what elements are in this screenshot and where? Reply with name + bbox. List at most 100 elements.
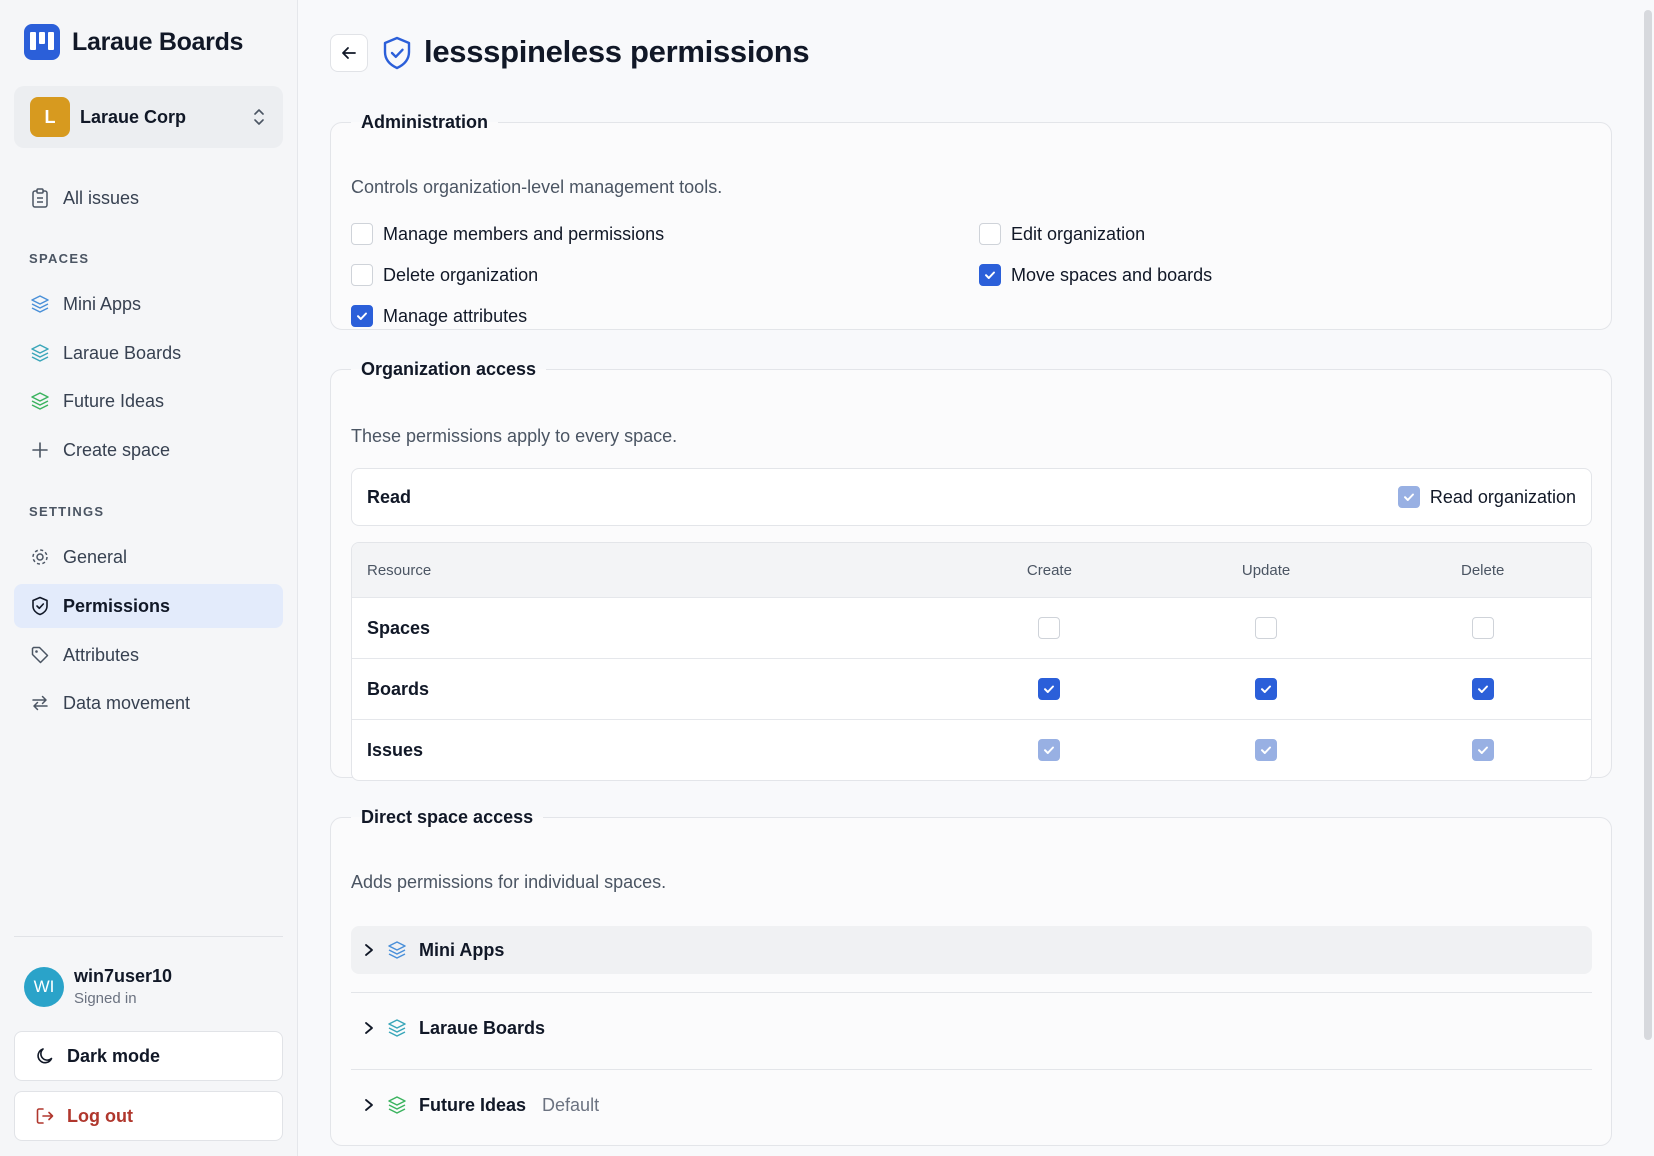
back-button[interactable] — [330, 34, 368, 72]
perm-label: Manage members and permissions — [383, 223, 665, 244]
organization-access-legend: Organization access — [361, 359, 537, 379]
arrow-left-icon — [342, 47, 356, 59]
checkbox-checked[interactable] — [1471, 678, 1494, 700]
resource-name: Issues — [367, 739, 424, 760]
org-avatar: L — [30, 97, 70, 137]
checkbox[interactable] — [979, 223, 1001, 245]
perm-edit-organization[interactable]: Edit organization — [979, 223, 1145, 245]
create-space-button[interactable]: Create space — [14, 428, 283, 472]
read-label: Read — [367, 486, 412, 507]
organization-access-section: Organization access These permissions ap… — [330, 359, 1612, 781]
sidebar-item-label: Data movement — [63, 692, 191, 713]
page-title: lessspineless permissions — [424, 34, 810, 69]
checkbox-checked[interactable] — [1255, 678, 1278, 700]
nav-all-issues-label: All issues — [63, 187, 140, 208]
table-header: Resource Create Update Delete — [352, 543, 1591, 597]
space-row-mini-apps[interactable]: Mini Apps — [351, 926, 1592, 974]
org-name: Laraue Corp — [80, 106, 187, 127]
settings-heading: SETTINGS — [29, 504, 105, 519]
direct-space-access-section: Direct space access Adds permissions for… — [330, 807, 1612, 1146]
dark-mode-button[interactable]: Dark mode — [14, 1031, 283, 1081]
checkbox-checked[interactable] — [1038, 678, 1061, 700]
checkbox[interactable] — [1038, 617, 1061, 639]
perm-manage-members[interactable]: Manage members and permissions — [351, 223, 664, 245]
perm-delete-organization[interactable]: Delete organization — [351, 264, 538, 286]
sidebar-item-general[interactable]: General — [14, 535, 283, 579]
read-organization-toggle[interactable]: Read organization — [1397, 486, 1576, 508]
checkbox-checked[interactable] — [351, 305, 373, 327]
check-icon — [357, 312, 367, 320]
default-tag: Default — [542, 1094, 600, 1115]
organization-access-description: These permissions apply to every space. — [351, 426, 678, 446]
nav-all-issues[interactable]: All issues — [14, 176, 283, 220]
sidebar-item-mini-apps[interactable]: Mini Apps — [14, 282, 283, 326]
checkbox-implied[interactable] — [1255, 739, 1278, 761]
read-organization-label: Read organization — [1429, 486, 1576, 507]
sidebar-item-label: Laraue Boards — [63, 342, 182, 363]
moon-icon — [35, 1045, 57, 1067]
checkbox[interactable] — [351, 223, 373, 245]
layers-icon — [29, 342, 51, 364]
avatar: WI — [24, 966, 64, 1007]
perm-move-spaces-boards[interactable]: Move spaces and boards — [979, 264, 1212, 286]
layers-icon — [29, 390, 51, 412]
chevron-right-icon — [365, 1022, 373, 1034]
space-name: Mini Apps — [419, 939, 505, 960]
resource-name: Boards — [367, 678, 430, 699]
create-space-label: Create space — [63, 439, 171, 460]
checkbox[interactable] — [1255, 617, 1278, 639]
perm-manage-attributes[interactable]: Manage attributes — [351, 305, 527, 327]
sidebar-item-attributes[interactable]: Attributes — [14, 633, 283, 677]
check-icon — [1044, 685, 1055, 693]
table-row: Issues — [352, 719, 1591, 780]
column-header-resource: Resource — [367, 561, 432, 579]
sidebar-item-label: General — [63, 546, 128, 567]
checkbox-checked[interactable] — [979, 264, 1001, 286]
spaces-heading: SPACES — [29, 251, 90, 266]
log-out-button[interactable]: Log out — [14, 1091, 283, 1141]
space-name: Future Ideas — [419, 1094, 527, 1115]
sidebar-item-label: Future Ideas — [63, 390, 165, 411]
user-profile: WI win7user10 Signed in — [24, 966, 172, 1007]
layers-icon — [388, 941, 406, 959]
column-header-update: Update — [1241, 561, 1291, 579]
check-icon — [1261, 746, 1272, 754]
checkbox[interactable] — [1471, 617, 1494, 639]
sidebar-divider — [14, 936, 283, 937]
checkbox-implied[interactable] — [1397, 486, 1420, 508]
sidebar-item-permissions[interactable]: Permissions — [14, 584, 283, 628]
sidebar-item-label: Mini Apps — [63, 293, 142, 314]
sidebar-item-data-movement[interactable]: Data movement — [14, 681, 283, 725]
table-row: Boards — [352, 658, 1591, 719]
divider — [351, 992, 1592, 993]
boards-logo-icon — [24, 24, 60, 60]
sidebar-item-label: Permissions — [63, 595, 171, 616]
app-name: Laraue Boards — [72, 27, 244, 56]
resource-name: Spaces — [367, 617, 431, 638]
arrows-left-right-icon — [29, 692, 51, 714]
read-row: Read Read organization — [351, 468, 1592, 526]
chevron-up-down-icon — [254, 109, 264, 125]
main-content: lessspineless permissions Administration… — [298, 0, 1654, 1156]
checkbox-implied[interactable] — [1038, 739, 1061, 761]
org-switcher[interactable]: L Laraue Corp — [14, 86, 283, 148]
sidebar-item-future-ideas[interactable]: Future Ideas — [14, 379, 283, 423]
space-row-laraue-boards[interactable]: Laraue Boards — [351, 1004, 1592, 1052]
chevron-right-icon — [365, 1099, 373, 1111]
check-icon — [1403, 493, 1414, 501]
scrollbar[interactable] — [1644, 10, 1652, 1040]
brand[interactable]: Laraue Boards — [24, 24, 243, 60]
administration-legend: Administration — [361, 112, 489, 132]
log-out-icon — [35, 1105, 57, 1127]
checkbox[interactable] — [351, 264, 373, 286]
dark-mode-label: Dark mode — [67, 1045, 161, 1066]
gear-icon — [29, 546, 51, 568]
user-name: win7user10 — [74, 966, 173, 986]
space-row-future-ideas[interactable]: Future Ideas Default — [351, 1081, 1592, 1129]
user-status: Signed in — [74, 990, 137, 1007]
divider — [351, 1069, 1592, 1070]
layers-icon — [388, 1096, 406, 1114]
sidebar: Laraue Boards L Laraue Corp All issues S… — [0, 0, 298, 1156]
sidebar-item-laraue-boards[interactable]: Laraue Boards — [14, 331, 283, 375]
checkbox-implied[interactable] — [1471, 739, 1494, 761]
